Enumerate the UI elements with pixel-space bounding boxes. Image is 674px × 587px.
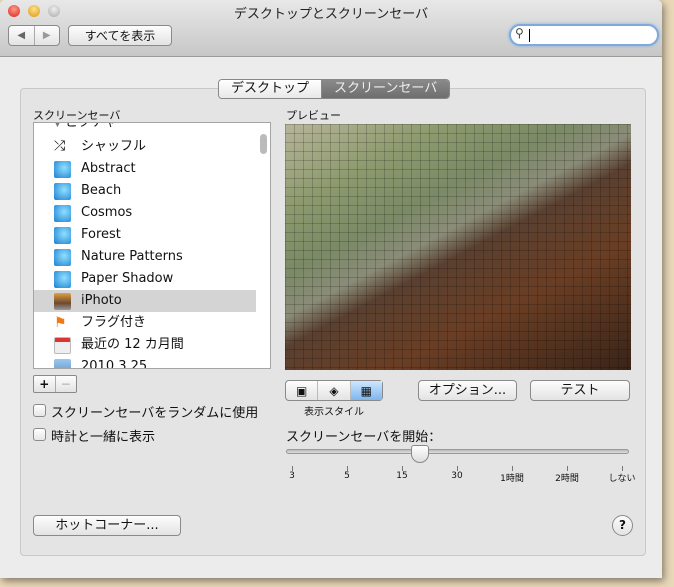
screensaver-list-label: スクリーンセーバ bbox=[33, 109, 121, 122]
add-remove-buttons: + − bbox=[33, 375, 77, 393]
tick-label: 1時間 bbox=[500, 474, 524, 484]
list-item[interactable]: Forest bbox=[34, 224, 256, 246]
test-button[interactable]: テスト bbox=[530, 380, 630, 401]
random-checkbox[interactable] bbox=[33, 404, 46, 417]
list-item[interactable]: ⚑ フラグ付き bbox=[34, 312, 256, 334]
screensaver-icon bbox=[54, 183, 71, 200]
screensaver-icon bbox=[54, 161, 71, 178]
hot-corners-button[interactable]: ホットコーナー... bbox=[33, 515, 181, 536]
window-title: デスクトップとスクリーンセーバ bbox=[233, 7, 429, 22]
preview-image bbox=[285, 124, 631, 370]
list-item[interactable]: Abstract bbox=[34, 158, 256, 180]
tick-label: 3 bbox=[289, 471, 295, 481]
disclosure-triangle-icon[interactable]: ▼ bbox=[54, 123, 61, 129]
list-item[interactable]: Paper Shadow bbox=[34, 268, 256, 290]
search-input[interactable]: ⚲ bbox=[509, 24, 659, 46]
tab-bar: デスクトップ スクリーンセーバ bbox=[218, 79, 451, 99]
screensaver-icon bbox=[54, 271, 71, 288]
screensaver-list[interactable]: ▼ ピクチャ ⤮ シャッフル Abstract Beach Cosmos Fore… bbox=[33, 122, 271, 369]
calendar-icon bbox=[54, 337, 71, 354]
tick-label: 30 bbox=[451, 471, 463, 481]
display-style-label: 表示スタイル bbox=[304, 407, 364, 418]
start-label: スクリーンセーバを開始： bbox=[286, 430, 442, 445]
tab-screensaver[interactable]: スクリーンセーバ bbox=[322, 80, 450, 98]
mosaic-style-icon[interactable]: ▦ bbox=[350, 381, 382, 400]
list-item[interactable]: Cosmos bbox=[34, 202, 256, 224]
list-item[interactable]: Nature Patterns bbox=[34, 246, 256, 268]
window: デスクトップとスクリーンセーバ ◀ ▶ すべてを表示 ⚲ デスクトップ スクリー… bbox=[0, 0, 662, 578]
search-icon: ⚲ bbox=[515, 26, 524, 40]
event-icon bbox=[54, 359, 71, 368]
forward-arrow-icon[interactable]: ▶ bbox=[35, 26, 60, 45]
list-item[interactable]: 最近の 12 カ月間 bbox=[34, 334, 256, 356]
clock-checkbox[interactable] bbox=[33, 428, 46, 441]
toolbar: デスクトップとスクリーンセーバ ◀ ▶ すべてを表示 ⚲ bbox=[0, 0, 662, 57]
screensaver-icon bbox=[54, 249, 71, 266]
tick-label: 15 bbox=[396, 471, 408, 481]
screensaver-icon bbox=[54, 227, 71, 244]
show-all-button[interactable]: すべてを表示 bbox=[68, 25, 172, 46]
tick-label: しない bbox=[608, 474, 636, 484]
nav-buttons: ◀ ▶ bbox=[8, 25, 60, 46]
list-item[interactable]: ⤮ シャッフル bbox=[34, 136, 256, 158]
slideshow-style-icon[interactable]: ▣ bbox=[286, 381, 319, 400]
tab-desktop[interactable]: デスクトップ bbox=[219, 80, 323, 98]
collage-style-icon[interactable]: ◈ bbox=[318, 381, 351, 400]
add-button[interactable]: + bbox=[34, 376, 56, 392]
clock-label: 時計と一緒に表示 bbox=[51, 430, 156, 445]
start-slider-track[interactable] bbox=[286, 449, 629, 454]
tick-label: 5 bbox=[344, 471, 350, 481]
text-cursor bbox=[529, 29, 530, 42]
preview-label: プレビュー bbox=[286, 109, 341, 122]
shuffle-icon: ⤮ bbox=[54, 138, 66, 154]
help-button[interactable]: ? bbox=[612, 515, 633, 536]
tick-label: 2時間 bbox=[555, 474, 579, 484]
iphoto-icon bbox=[54, 293, 71, 310]
list-item[interactable]: 2010.3.25 bbox=[34, 356, 256, 368]
options-button[interactable]: オプション... bbox=[418, 380, 517, 401]
back-arrow-icon[interactable]: ◀ bbox=[9, 26, 35, 45]
display-style-control: ▣ ◈ ▦ bbox=[285, 380, 383, 401]
list-item-selected[interactable]: iPhoto bbox=[34, 290, 256, 312]
remove-button[interactable]: − bbox=[56, 376, 77, 392]
random-label: スクリーンセーバをランダムに使用 bbox=[51, 406, 259, 421]
flag-icon: ⚑ bbox=[54, 315, 67, 331]
scrollbar-thumb[interactable] bbox=[260, 134, 267, 154]
screensaver-icon bbox=[54, 205, 71, 222]
list-item[interactable]: Beach bbox=[34, 180, 256, 202]
start-slider-thumb[interactable] bbox=[411, 445, 429, 463]
list-item-pictures[interactable]: ▼ ピクチャ bbox=[34, 123, 256, 134]
